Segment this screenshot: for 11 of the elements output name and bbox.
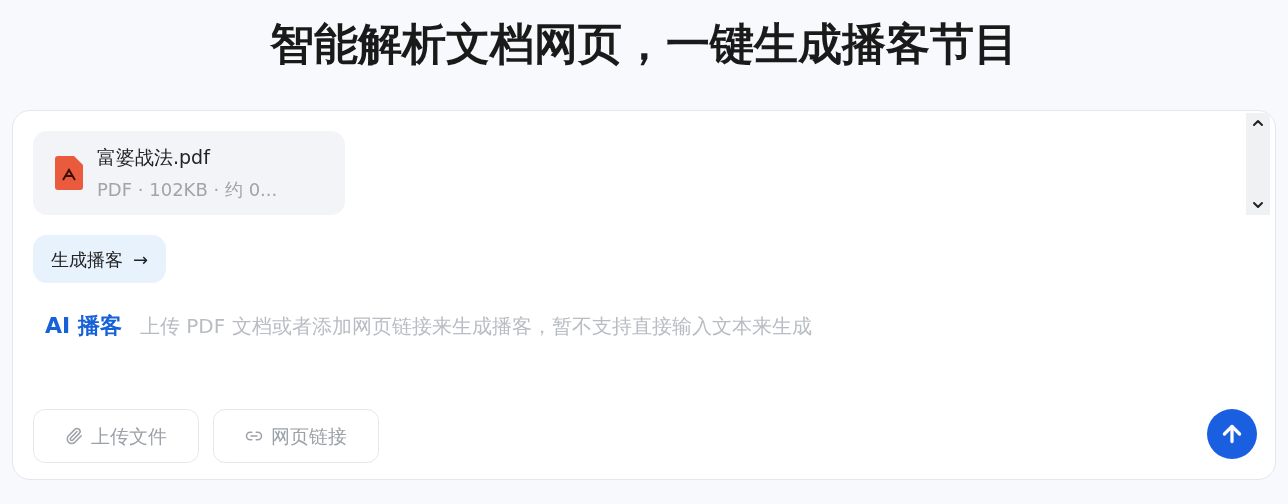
ai-podcast-label: AI 播客: [45, 312, 122, 340]
file-name: 富婆战法.pdf: [97, 145, 212, 171]
file-card[interactable]: 富婆战法.pdf PDF · 102KB · 约 0...: [33, 131, 345, 215]
page-heading: 智能解析文档网页，一键生成播客节目: [270, 17, 1018, 71]
prompt-field[interactable]: 上传 PDF 文档或者添加网页链接来生成播客，暂不支持直接输入文本来生成: [139, 310, 1046, 341]
file-meta: PDF · 102KB · 约 0...: [97, 177, 278, 202]
pdf-file-icon: [55, 156, 83, 190]
scrollbar[interactable]: [1246, 113, 1270, 215]
submit-button[interactable]: [1207, 409, 1257, 459]
generate-podcast-button[interactable]: 生成播客 →: [33, 235, 167, 283]
paperclip-icon: [65, 427, 83, 445]
